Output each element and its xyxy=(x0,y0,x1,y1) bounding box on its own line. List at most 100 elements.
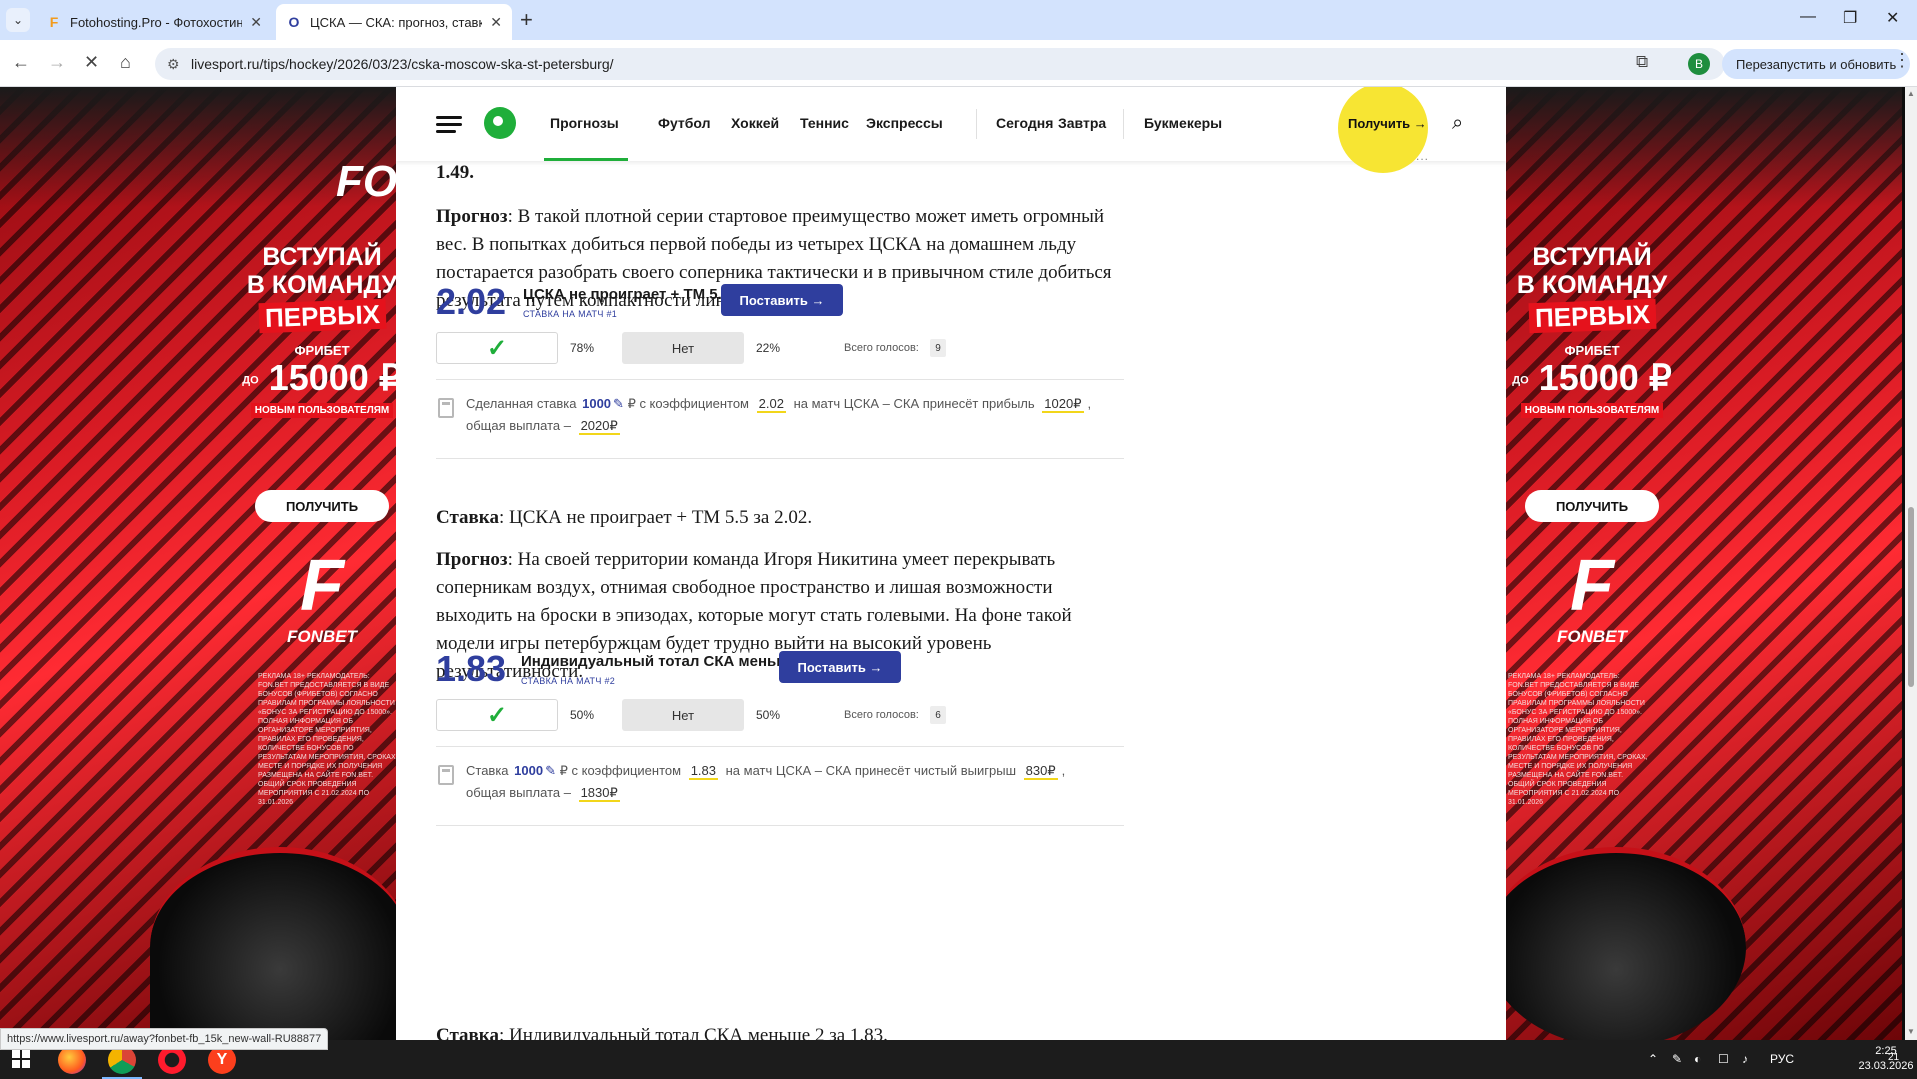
prognoz-label: Прогноз xyxy=(436,206,508,227)
ad-slogan-line-2: В КОМАНДУ xyxy=(1516,271,1668,299)
ad-get-button[interactable]: ПОЛУЧИТЬ xyxy=(1525,490,1659,522)
edit-pencil-icon[interactable]: ✎ xyxy=(545,763,556,778)
bet-subtitle-2: СТАВКА НА МАТЧ #2 xyxy=(521,676,616,686)
scrollbar-thumb[interactable] xyxy=(1908,507,1914,687)
clock[interactable]: 2:25 23.03.2026 xyxy=(1858,1044,1914,1074)
windows-start-icon[interactable] xyxy=(12,1050,30,1068)
forward-icon[interactable]: → xyxy=(48,52,66,73)
stop-loading-icon[interactable]: ✕ xyxy=(84,52,99,73)
tab-fotohosting[interactable]: F Fotohosting.Pro - Фотохостинг ✕ xyxy=(36,4,272,40)
nav-football[interactable]: Футбол xyxy=(658,115,711,131)
ad-freebet: ФРИБЕТ ДО 15000 ₽ НОВЫМ ПОЛЬЗОВАТЕЛЯМ xyxy=(232,343,396,419)
app-tray-icon[interactable]: ◐ xyxy=(1694,1052,1701,1066)
fonbet-ad-right[interactable]: ВСТУПАЙ В КОМАНДУ ПЕРВЫХ ФРИБЕТ ДО 15000… xyxy=(1506,87,1902,1040)
ad-slogan-line-3: ПЕРВЫХ xyxy=(258,298,386,334)
vote-no-percent-2: 50% xyxy=(756,708,781,722)
place-bet-button-2[interactable]: Поставить → xyxy=(779,651,901,683)
prev-line-text: 1.49. xyxy=(436,162,474,183)
relaunch-update-button[interactable]: Перезапустить и обновить xyxy=(1722,49,1911,79)
page-scrollbar[interactable]: ▲ ▼ xyxy=(1905,87,1917,1040)
stake-amount[interactable]: 1000 xyxy=(582,396,611,411)
close-icon[interactable]: ✕ xyxy=(490,14,502,31)
menu-icon[interactable] xyxy=(436,116,462,134)
stavka-text: : ЦСКА не проиграет + ТМ 5.5 за 2.02. xyxy=(498,507,813,528)
place-bet-button-1[interactable]: Поставить → xyxy=(721,284,843,316)
nav-express[interactable]: Экспрессы xyxy=(866,115,943,131)
livesport-favicon-icon: O xyxy=(288,14,300,30)
ad-freebet-amount: ДО 15000 ₽ xyxy=(1512,357,1672,398)
calculator-icon xyxy=(438,765,454,785)
more-dots-icon[interactable]: ... xyxy=(1416,149,1429,163)
address-bar[interactable]: ⚙ livesport.ru/tips/hockey/2026/03/23/cs… xyxy=(155,48,1725,80)
vote-yes-button-2[interactable]: ✓ xyxy=(436,699,558,731)
total-votes-count-2: 6 xyxy=(930,706,946,724)
home-icon[interactable]: ⌂ xyxy=(120,52,131,73)
scroll-down-icon[interactable]: ▼ xyxy=(1907,1027,1915,1036)
nav-tennis[interactable]: Теннис xyxy=(800,115,849,131)
site-info-icon[interactable]: ⚙ xyxy=(167,56,180,73)
scroll-up-icon[interactable]: ▲ xyxy=(1907,89,1915,98)
ad-legal-text: РЕКЛАМА 18+ РЕКЛАМОДАТЕЛЬ: FON.BET ПРЕДО… xyxy=(1508,673,1648,806)
volume-icon[interactable]: ♪ xyxy=(1742,1052,1748,1066)
stavka-text: : Индивидуальный тотал СКА меньше 2 за 1… xyxy=(498,1025,888,1040)
vote-no-button-2[interactable]: Нет xyxy=(622,699,744,731)
network-icon[interactable]: ☐ xyxy=(1718,1052,1729,1066)
nav-bookmakers[interactable]: Букмекеры xyxy=(1144,115,1222,131)
browser-menu-icon[interactable]: ⋮ xyxy=(1893,50,1911,71)
back-icon[interactable]: ← xyxy=(12,52,30,73)
nav-today[interactable]: Сегодня xyxy=(996,115,1053,131)
chrome-icon[interactable] xyxy=(108,1046,136,1074)
bet-title-1: ЦСКА не проиграет + ТМ 5.5 xyxy=(523,286,731,303)
tray-expand-icon[interactable]: ⌃ xyxy=(1648,1052,1658,1066)
livesport-logo[interactable] xyxy=(484,107,516,139)
notifications-badge[interactable]: 21 xyxy=(1888,1052,1899,1063)
total-votes-count-1: 9 xyxy=(930,339,946,357)
firefox-icon[interactable] xyxy=(58,1046,86,1074)
calc-line-2: общая выплата – 2020₽ xyxy=(466,418,620,435)
calc-profit: 830₽ xyxy=(1023,763,1058,780)
ad-freebet-note: НОВЫМ ПОЛЬЗОВАТЕЛЯМ xyxy=(250,403,394,419)
pen-icon[interactable]: ✎ xyxy=(1672,1052,1682,1066)
search-icon[interactable]: ⌕ xyxy=(1452,112,1463,135)
vote-yes-button-1[interactable]: ✓ xyxy=(436,332,558,364)
clock-time: 2:25 xyxy=(1875,1045,1897,1057)
stake-amount[interactable]: 1000 xyxy=(514,763,543,778)
ad-freebet-label: ФРИБЕТ xyxy=(294,343,350,358)
opera-icon[interactable] xyxy=(158,1046,186,1074)
bet-calculator-2: Ставка 1000 ✎ ₽ с коэффициентом 1.83 на м… xyxy=(436,746,1124,826)
vote-yes-percent-1: 78% xyxy=(570,341,595,355)
nav-hockey[interactable]: Хоккей xyxy=(731,115,779,131)
minimize-icon[interactable]: — xyxy=(1800,8,1816,26)
ad-legal-text: РЕКЛАМА 18+ РЕКЛАМОДАТЕЛЬ: FON.BET ПРЕДО… xyxy=(258,673,396,806)
extensions-icon[interactable]: ⧉ xyxy=(1636,52,1648,72)
bet-title-2: Индивидуальный тотал СКА меньше 2 xyxy=(521,653,810,670)
vote-no-button-1[interactable]: Нет xyxy=(622,332,744,364)
edit-pencil-icon[interactable]: ✎ xyxy=(613,396,624,411)
calculator-icon xyxy=(438,398,454,418)
new-tab-button[interactable]: + xyxy=(520,8,533,32)
tab-search-button[interactable]: ⌄ xyxy=(6,8,30,32)
ad-get-button[interactable]: ПОЛУЧИТЬ xyxy=(255,490,389,522)
bet-calculator-1: Сделанная ставка 1000 ✎ ₽ с коэффициентом… xyxy=(436,379,1124,459)
tab-title: ЦСКА — СКА: прогноз, ставка xyxy=(310,14,483,30)
window-close-icon[interactable]: ✕ xyxy=(1886,8,1899,28)
odds-value-1: 2.02 xyxy=(436,281,507,322)
stavka-paragraph-2: Ставка: Индивидуальный тотал СКА меньше … xyxy=(436,1022,1116,1040)
vote-yes-percent-2: 50% xyxy=(570,708,595,722)
yandex-browser-icon[interactable]: Y xyxy=(208,1046,236,1074)
restore-icon[interactable]: ❐ xyxy=(1843,8,1857,28)
checkmark-icon: ✓ xyxy=(486,701,508,729)
nav-tomorrow[interactable]: Завтра xyxy=(1058,115,1106,131)
get-bonus-button[interactable]: Получить → xyxy=(1348,116,1427,131)
stavka-label: Ставка xyxy=(436,1025,499,1040)
tab-livesport[interactable]: O ЦСКА — СКА: прогноз, ставка ✕ xyxy=(276,4,512,40)
close-icon[interactable]: ✕ xyxy=(250,14,262,31)
url-text[interactable]: livesport.ru/tips/hockey/2026/03/23/cska… xyxy=(191,56,614,72)
fonbet-ad-left[interactable]: FO ВСТУПАЙ В КОМАНДУ ПЕРВЫХ ФРИБЕТ ДО 15… xyxy=(0,87,396,1040)
language-indicator[interactable]: РУС xyxy=(1770,1052,1794,1066)
calc-payout: 1830₽ xyxy=(578,785,620,802)
link-status-bar: https://www.livesport.ru/away?fonbet-fb_… xyxy=(0,1028,329,1050)
avatar[interactable]: B xyxy=(1688,53,1710,75)
odds-value-2: 1.83 xyxy=(436,648,507,689)
nav-prognozy[interactable]: Прогнозы xyxy=(550,115,619,131)
